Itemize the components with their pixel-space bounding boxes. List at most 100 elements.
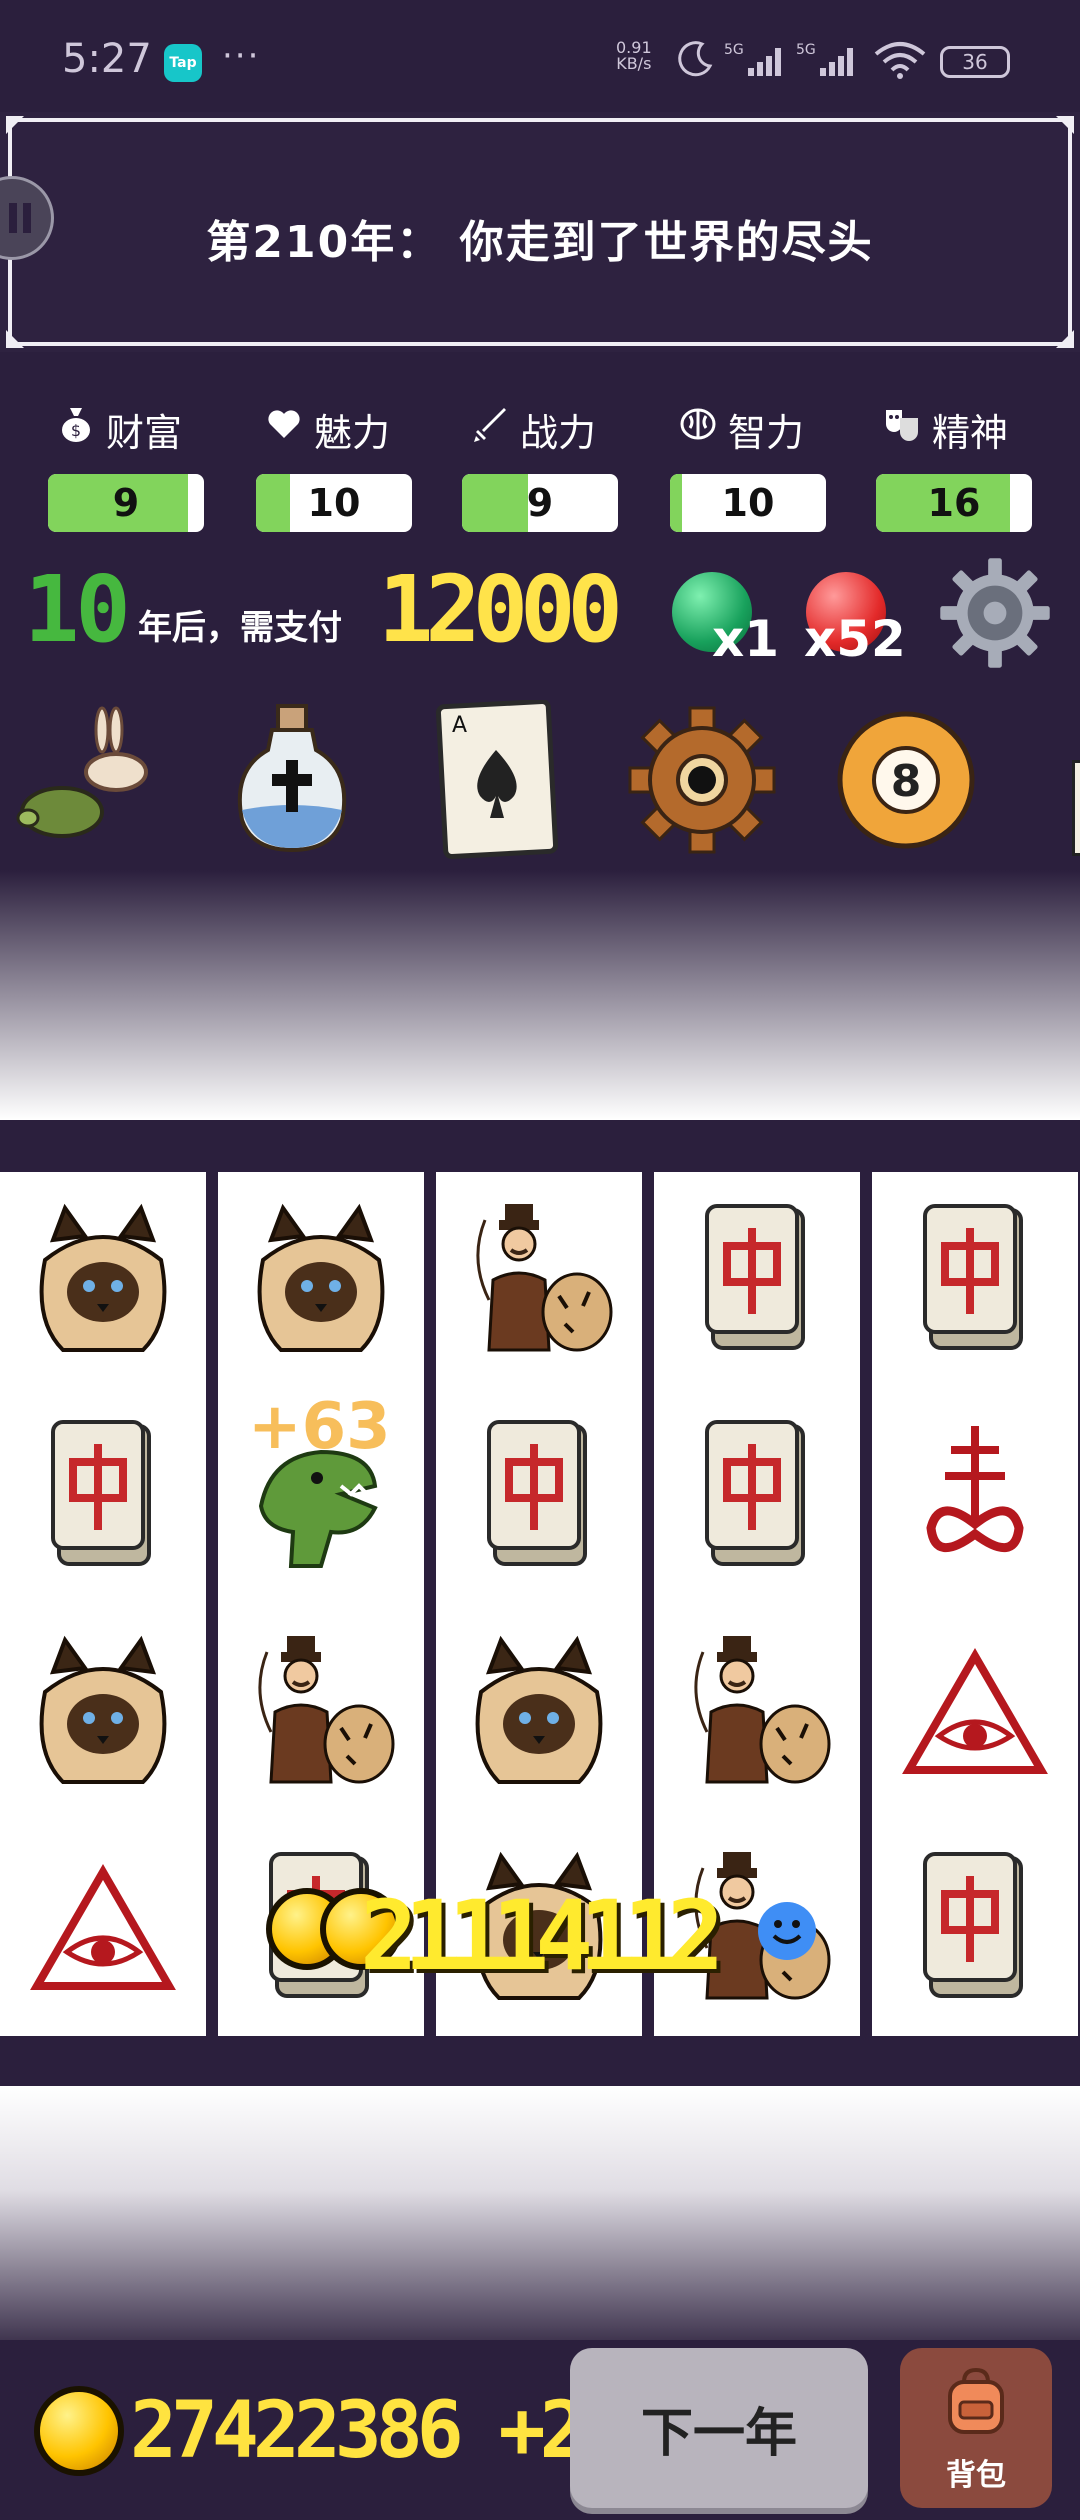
corner-ornament-icon — [1056, 330, 1074, 348]
payment-text: 年后，需支付 — [138, 608, 342, 648]
reel-cell[interactable] — [872, 1172, 1078, 1388]
more-notifications-icon: ··· — [222, 36, 261, 76]
reel-1 — [0, 1172, 206, 2036]
stat-value-combat: 9 — [526, 481, 554, 525]
battery-indicator: 36 — [940, 46, 1010, 78]
ace-of-spades-card-icon[interactable]: A — [430, 700, 590, 860]
settings-gear-button[interactable] — [938, 556, 1052, 670]
money-bag-icon: $ — [62, 408, 90, 442]
reel-cell[interactable] — [872, 1604, 1078, 1820]
years-remaining: 10 — [24, 556, 131, 663]
gold-total: 27422386 +2 — [130, 2386, 587, 2476]
reel-cell[interactable] — [654, 1172, 860, 1388]
mahjong-zhong-icon — [705, 1204, 805, 1350]
stat-label-wealth: 财富 — [106, 411, 183, 455]
stat-bar-combat: 9 — [462, 474, 618, 532]
status-bar: 5:27 Tap ··· 0.91 KB/s 5G 5G 36 — [0, 0, 1080, 120]
siamese-cat-icon — [475, 1635, 603, 1784]
clock: 5:27 — [62, 36, 152, 82]
mahjong-zhong-icon — [923, 1204, 1023, 1350]
reel-cell[interactable] — [436, 1388, 642, 1604]
tap-app-icon: Tap — [164, 44, 202, 82]
reel-cell[interactable] — [0, 1172, 206, 1388]
reel-cell[interactable] — [0, 1604, 206, 1820]
stat-label-combat: 战力 — [520, 411, 597, 455]
stat-value-spirit: 16 — [927, 481, 981, 525]
mahjong-zhong-icon — [705, 1420, 805, 1566]
siamese-cat-icon — [257, 1203, 385, 1352]
reel-cell[interactable] — [436, 1604, 642, 1820]
smiley-face-icon — [758, 1902, 816, 1960]
green-gem-count: x1 — [712, 610, 780, 668]
reel-cell[interactable] — [654, 1604, 860, 1820]
reel-cell[interactable] — [218, 1172, 424, 1388]
svg-text:$: $ — [71, 421, 81, 440]
eye-of-providence-icon — [30, 1864, 176, 1990]
win-amount: 21114112 — [360, 1880, 724, 1992]
holy-water-bottle-icon[interactable] — [212, 700, 372, 860]
sword-icon — [474, 408, 506, 442]
stat-bar-wealth: 9 — [48, 474, 204, 532]
mahjong-zhong-icon — [923, 1852, 1023, 1998]
bonus-popup: +63 — [248, 1390, 391, 1464]
svg-text:A: A — [452, 713, 467, 738]
tamer-with-tiger-icon — [694, 1636, 831, 1784]
stat-bar-charm: 10 — [256, 474, 412, 532]
rusty-gear-icon[interactable] — [622, 700, 782, 860]
wifi-icon — [874, 42, 926, 79]
top-fade — [0, 870, 1080, 1120]
banner-title: 第210年： 你走到了世界的尽头 — [206, 217, 874, 268]
mahjong-zhong-icon — [51, 1420, 151, 1566]
item-card-partial[interactable] — [1072, 760, 1080, 856]
stat-label-intelligence: 智力 — [728, 411, 805, 455]
reel-bottom-border — [0, 2036, 1080, 2086]
red-gem-count: x52 — [804, 610, 906, 668]
eye-of-providence-icon — [902, 1648, 1048, 1774]
stat-value-wealth: 9 — [112, 481, 140, 525]
heart-icon — [268, 410, 300, 438]
reel-cell[interactable] — [436, 1172, 642, 1388]
tortoise-and-hare-icon[interactable] — [6, 700, 166, 860]
reel-cell[interactable] — [872, 1820, 1078, 2036]
siamese-cat-icon — [39, 1635, 167, 1784]
reel-top-border — [0, 1120, 1080, 1170]
signal-5g-icon-1: 5G — [724, 40, 788, 84]
bottom-fade — [0, 2086, 1080, 2346]
corner-ornament-icon — [6, 330, 24, 348]
reel-cell[interactable] — [0, 1388, 206, 1604]
reel-cell[interactable] — [0, 1820, 206, 2036]
brain-icon — [680, 408, 716, 440]
network-speed-unit: KB/s — [616, 54, 652, 73]
backpack-icon — [948, 2367, 1004, 2434]
siamese-cat-icon — [39, 1203, 167, 1352]
network-speed: 0.91 KB/s — [616, 40, 652, 72]
reel-cell[interactable] — [654, 1388, 860, 1604]
year-banner: 第210年： 你走到了世界的尽头 — [0, 112, 1080, 352]
corner-ornament-icon — [1056, 116, 1074, 134]
mahjong-zhong-icon — [487, 1420, 587, 1566]
stat-label-charm: 魅力 — [314, 411, 391, 455]
theatre-mask-icon — [886, 410, 918, 441]
eight-ball-icon[interactable]: 8 — [826, 700, 986, 860]
net-type-label-2: 5G — [796, 42, 816, 58]
next-year-button[interactable]: 下一年 — [570, 2348, 868, 2508]
signal-5g-icon-2: 5G — [796, 40, 860, 84]
stat-bar-spirit: 16 — [876, 474, 1032, 532]
reel-cell[interactable] — [872, 1388, 1078, 1604]
corner-ornament-icon — [6, 116, 24, 134]
payment-amount: 12000 — [378, 556, 623, 663]
tamer-with-tiger-icon — [258, 1636, 395, 1784]
gold-coin-icon — [34, 2386, 124, 2476]
backpack-button[interactable]: 背包 — [900, 2348, 1052, 2508]
stat-value-charm: 10 — [307, 481, 361, 525]
stat-label-spirit: 精神 — [932, 411, 1009, 455]
leviathan-cross-icon — [926, 1426, 1024, 1553]
do-not-disturb-moon-icon — [678, 41, 713, 77]
net-type-label-1: 5G — [724, 42, 744, 58]
stat-bar-intelligence: 10 — [670, 474, 826, 532]
backpack-label: 背包 — [946, 2458, 1006, 2493]
reel-cell[interactable] — [218, 1604, 424, 1820]
tamer-with-tiger-icon — [476, 1204, 613, 1352]
reel-5 — [872, 1172, 1078, 2036]
stat-value-intelligence: 10 — [721, 481, 775, 525]
